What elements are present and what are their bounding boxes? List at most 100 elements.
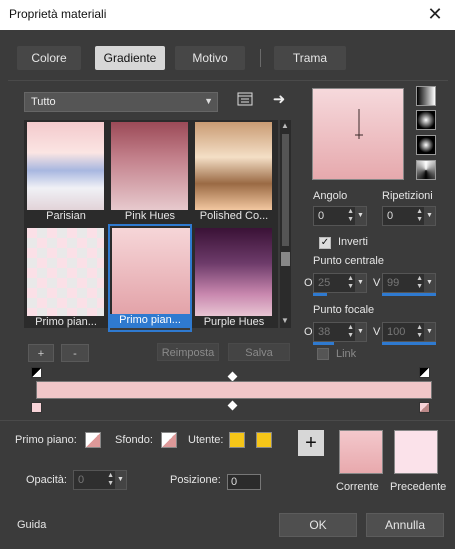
repeats-value: 0 xyxy=(387,210,394,222)
spin-down-icon[interactable]: ▼ xyxy=(107,480,114,487)
top-stop-left-marker[interactable] xyxy=(31,367,42,378)
gradient-thumb-purple-hues[interactable]: Purple Hues xyxy=(192,226,272,332)
reset-button[interactable]: Reimposta xyxy=(157,343,219,361)
gradient-label: Polished Co... xyxy=(199,210,269,222)
spin-up-icon[interactable]: ▲ xyxy=(347,275,354,282)
focal-v-stepper[interactable]: 100 ▲ ▼ ▼ xyxy=(382,322,436,342)
focal-o-stepper[interactable]: 38 ▲ ▼ ▼ xyxy=(313,322,367,342)
spin-down-icon[interactable]: ▼ xyxy=(416,332,423,339)
spin-up-icon[interactable]: ▲ xyxy=(416,275,423,282)
tab-divider xyxy=(260,49,261,67)
user-swatch-1[interactable] xyxy=(229,432,245,448)
rectangular-type-icon[interactable] xyxy=(416,110,436,130)
category-value: Tutto xyxy=(31,96,56,108)
divider xyxy=(0,420,455,421)
chevron-down-icon[interactable]: ▼ xyxy=(355,323,366,341)
gradient-label: Primo pian... xyxy=(110,314,190,328)
scroll-up-icon[interactable]: ▲ xyxy=(281,121,289,130)
gallery-scrollbar[interactable]: ▲ ▼ xyxy=(280,120,291,328)
focal-v-slider[interactable] xyxy=(382,342,436,345)
tab-trama[interactable]: Trama xyxy=(274,46,346,70)
center-v-stepper[interactable]: 99 ▲ ▼ ▼ xyxy=(382,273,436,293)
chevron-down-icon[interactable]: ▼ xyxy=(424,323,435,341)
spin-up-icon[interactable]: ▲ xyxy=(107,472,114,479)
invert-checkbox[interactable]: ✓ xyxy=(319,237,331,249)
center-v-label: V xyxy=(373,277,381,289)
invert-label: Inverti xyxy=(338,236,368,248)
bottom-stop-left-marker[interactable] xyxy=(31,402,42,413)
gradient-thumb-polished-copper[interactable]: Polished Co... xyxy=(192,120,272,226)
previous-label: Precedente xyxy=(390,481,447,493)
save-button[interactable]: Salva xyxy=(228,343,290,361)
spin-up-icon[interactable]: ▲ xyxy=(416,324,423,331)
bottom-stop-right-marker[interactable] xyxy=(419,402,430,413)
spin-down-icon[interactable]: ▼ xyxy=(416,216,423,223)
center-v-slider[interactable] xyxy=(382,293,436,296)
add-swatch-button[interactable]: + xyxy=(298,430,324,456)
chevron-down-icon: ▼ xyxy=(204,96,213,106)
gradient-thumb-pink-hues[interactable]: Pink Hues xyxy=(108,120,188,226)
previous-color-swatch[interactable] xyxy=(394,430,438,474)
user-swatch-2[interactable] xyxy=(256,432,272,448)
focal-v-value: 100 xyxy=(387,326,406,338)
link-checkbox[interactable] xyxy=(317,348,329,360)
focal-v-label: V xyxy=(373,326,381,338)
close-icon[interactable]: ✕ xyxy=(425,4,445,24)
remove-gradient-button[interactable]: - xyxy=(61,344,89,362)
position-field[interactable]: 0 xyxy=(227,474,261,490)
center-o-slider[interactable] xyxy=(313,293,327,296)
spin-down-icon[interactable]: ▼ xyxy=(347,332,354,339)
help-link[interactable]: Guida xyxy=(17,519,46,531)
focal-o-slider[interactable] xyxy=(313,342,334,345)
gradient-editor-bar[interactable] xyxy=(36,381,432,399)
angle-stepper[interactable]: 0 ▲ ▼ ▼ xyxy=(313,206,367,226)
arrow-right-icon[interactable]: ➜ xyxy=(270,91,288,109)
background-label: Sfondo: xyxy=(115,434,153,446)
spin-down-icon[interactable]: ▼ xyxy=(347,283,354,290)
chevron-down-icon[interactable]: ▼ xyxy=(424,274,435,292)
angle-label: Angolo xyxy=(313,190,348,202)
scroll-grip[interactable] xyxy=(281,252,290,266)
foreground-label: Primo piano: xyxy=(15,434,77,446)
gradient-label: Purple Hues xyxy=(203,316,265,328)
gradient-thumb-primo-piano-checker[interactable]: Primo pian... xyxy=(24,226,104,332)
sunburst-type-icon[interactable] xyxy=(416,160,436,180)
scrollbar-thumb[interactable] xyxy=(282,134,289,246)
radial-type-icon[interactable] xyxy=(416,135,436,155)
gradient-swatch xyxy=(195,122,272,210)
scroll-down-icon[interactable]: ▼ xyxy=(281,316,289,325)
gradient-thumb-primo-piano-selected[interactable]: Primo pian... xyxy=(108,224,192,332)
gradient-thumb-parisian[interactable]: Parisian xyxy=(24,120,104,226)
spin-up-icon[interactable]: ▲ xyxy=(347,324,354,331)
repeats-label: Ripetizioni xyxy=(382,190,433,202)
category-dropdown[interactable]: Tutto ▼ xyxy=(24,92,218,112)
current-color-swatch[interactable] xyxy=(339,430,383,474)
title-bar: Proprietà materiali ✕ xyxy=(0,0,455,30)
gradient-swatch xyxy=(112,228,190,314)
tab-colore[interactable]: Colore xyxy=(17,46,81,70)
gradient-preview[interactable] xyxy=(312,88,404,180)
center-v-value: 99 xyxy=(387,277,400,289)
tab-gradiente[interactable]: Gradiente xyxy=(95,46,165,70)
gradient-swatch xyxy=(111,122,188,210)
top-stop-right-marker[interactable] xyxy=(419,367,430,378)
repeats-stepper[interactable]: 0 ▲ ▼ ▼ xyxy=(382,206,436,226)
library-menu-icon[interactable] xyxy=(236,92,254,110)
tab-motivo[interactable]: Motivo xyxy=(175,46,245,70)
spin-up-icon[interactable]: ▲ xyxy=(347,208,354,215)
opacity-stepper[interactable]: 0 ▲ ▼ ▼ xyxy=(73,470,127,490)
center-o-stepper[interactable]: 25 ▲ ▼ ▼ xyxy=(313,273,367,293)
foreground-swatch[interactable] xyxy=(85,432,101,448)
chevron-down-icon[interactable]: ▼ xyxy=(355,207,366,225)
chevron-down-icon[interactable]: ▼ xyxy=(424,207,435,225)
spin-down-icon[interactable]: ▼ xyxy=(347,216,354,223)
linear-type-icon[interactable] xyxy=(416,86,436,106)
chevron-down-icon[interactable]: ▼ xyxy=(115,471,126,489)
chevron-down-icon[interactable]: ▼ xyxy=(355,274,366,292)
spin-up-icon[interactable]: ▲ xyxy=(416,208,423,215)
spin-down-icon[interactable]: ▼ xyxy=(416,283,423,290)
cancel-button[interactable]: Annulla xyxy=(366,513,444,537)
background-swatch[interactable] xyxy=(161,432,177,448)
ok-button[interactable]: OK xyxy=(279,513,357,537)
add-gradient-button[interactable]: + xyxy=(28,344,54,362)
